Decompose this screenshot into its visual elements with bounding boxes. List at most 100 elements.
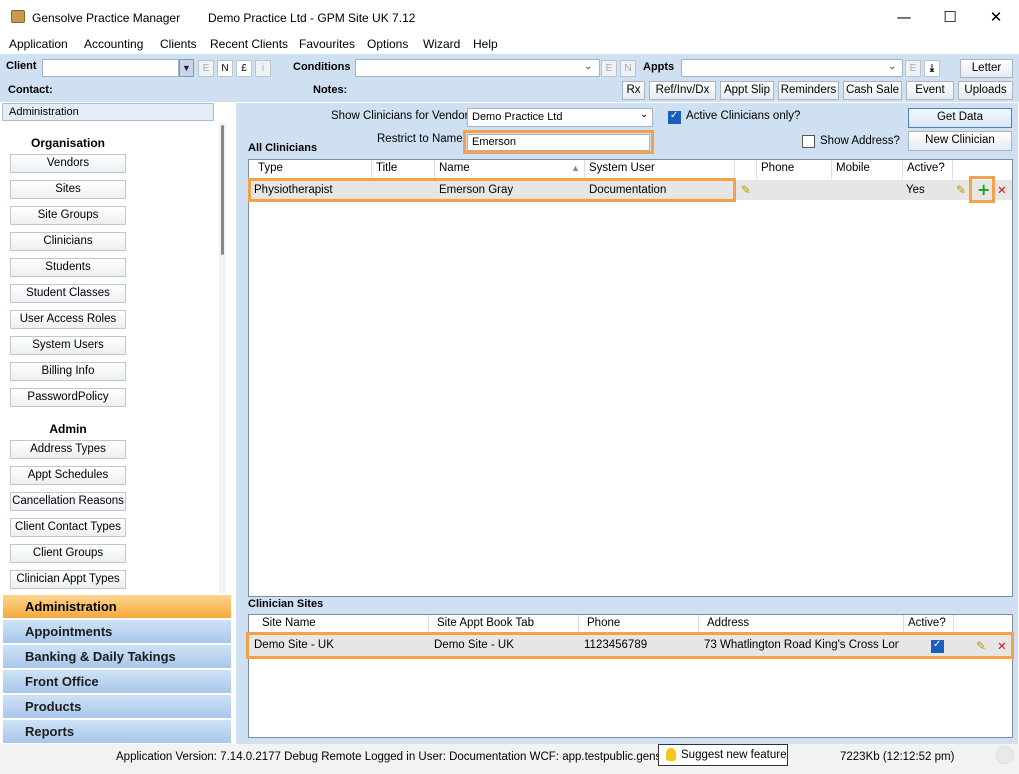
active-only-label: Active Clinicians only?: [686, 110, 801, 122]
refinvdx-button[interactable]: Ref/Inv/Dx: [649, 81, 716, 100]
sidebar-item-vendors[interactable]: Vendors: [10, 154, 126, 173]
download-icon[interactable]: ⤓: [924, 60, 940, 77]
col-type[interactable]: Type: [254, 160, 372, 179]
sidebar-item-appt-schedules[interactable]: Appt Schedules: [10, 466, 126, 485]
get-data-button[interactable]: Get Data: [908, 108, 1012, 128]
vendor-select[interactable]: Demo Practice Ltd: [467, 108, 653, 127]
sidebar-item-user-access-roles[interactable]: User Access Roles: [10, 310, 126, 329]
status-circle-icon: [996, 746, 1014, 764]
reminders-button[interactable]: Reminders: [778, 81, 839, 100]
conditions-chevron-icon[interactable]: ⌄: [584, 61, 592, 72]
lightbulb-icon: [666, 748, 676, 761]
menu-bar: Application Accounting Clients Recent Cl…: [0, 34, 1019, 54]
col-system-user[interactable]: System User: [585, 160, 735, 179]
sidebar-item-address-types[interactable]: Address Types: [10, 440, 126, 459]
appt-slip-button[interactable]: Appt Slip: [720, 81, 774, 100]
sidebar-item-site-groups[interactable]: Site Groups: [10, 206, 126, 225]
nav-front-office[interactable]: Front Office: [3, 669, 231, 693]
restrict-highlight: [463, 130, 654, 154]
uploads-button[interactable]: Uploads: [958, 81, 1013, 100]
nav-products[interactable]: Products: [3, 694, 231, 718]
sidebar-item-system-users[interactable]: System Users: [10, 336, 126, 355]
appts-e-button[interactable]: E: [905, 60, 921, 77]
sidebar-item-password-policy[interactable]: PasswordPolicy: [10, 388, 126, 407]
clinicians-grid: Type Title Name ▲ System User Phone Mobi…: [248, 159, 1013, 597]
vendor-chevron-icon[interactable]: ⌄: [640, 109, 648, 120]
row-user-edit-icon[interactable]: ✎: [741, 183, 751, 197]
status-version: Application Version: 7.14.0.2177 Debug R…: [116, 751, 661, 763]
client-info-button[interactable]: i: [255, 60, 271, 77]
sidebar-scrollbar[interactable]: [219, 123, 226, 593]
sidebar-item-students[interactable]: Students: [10, 258, 126, 277]
menu-application[interactable]: Application: [9, 37, 68, 51]
restrict-label: Restrict to Name: [377, 133, 463, 145]
nav-administration[interactable]: Administration: [3, 594, 231, 618]
row-highlight: [248, 178, 736, 202]
col-title[interactable]: Title: [372, 160, 435, 179]
letter-button[interactable]: Letter: [960, 59, 1013, 78]
show-address-label: Show Address?: [820, 135, 900, 147]
menu-options[interactable]: Options: [367, 37, 408, 51]
appts-input[interactable]: [681, 59, 903, 77]
sidebar-item-client-contact-types[interactable]: Client Contact Types: [10, 518, 126, 537]
close-button[interactable]: ✕: [973, 0, 1019, 34]
contact-label: Contact:: [8, 84, 53, 96]
client-dropdown-icon[interactable]: ▼: [179, 59, 194, 77]
nav-appointments[interactable]: Appointments: [3, 619, 231, 643]
appts-chevron-icon[interactable]: ⌄: [888, 61, 896, 72]
event-button[interactable]: Event: [906, 81, 954, 100]
delete-icon[interactable]: ✕: [997, 183, 1007, 197]
clinician-sites-heading: Clinician Sites: [248, 598, 324, 610]
sidebar-item-sites[interactable]: Sites: [10, 180, 126, 199]
row-active: Yes: [906, 184, 925, 196]
col-mobile[interactable]: Mobile: [832, 160, 903, 179]
active-only-checkbox[interactable]: [668, 110, 681, 124]
conditions-input[interactable]: [355, 59, 600, 77]
menu-favourites[interactable]: Favourites: [299, 37, 355, 51]
col-name[interactable]: Name: [435, 160, 585, 179]
menu-wizard[interactable]: Wizard: [423, 37, 460, 51]
conditions-label: Conditions: [293, 61, 351, 73]
title-bar: Gensolve Practice Manager Demo Practice …: [0, 0, 1019, 34]
maximize-button[interactable]: ☐: [927, 0, 973, 34]
client-e-button[interactable]: E: [198, 60, 214, 77]
admin-heading: Admin: [49, 422, 87, 436]
nav-reports[interactable]: Reports: [3, 719, 231, 743]
practice-title: Demo Practice Ltd - GPM Site UK 7.12: [208, 11, 416, 25]
sidebar-item-client-groups[interactable]: Client Groups: [10, 544, 126, 563]
client-pound-button[interactable]: £: [236, 60, 252, 77]
cash-sale-button[interactable]: Cash Sale: [843, 81, 902, 100]
appts-label: Appts: [643, 61, 675, 73]
nav-banking[interactable]: Banking & Daily Takings: [3, 644, 231, 668]
menu-recent-clients[interactable]: Recent Clients: [210, 37, 288, 51]
sidebar-item-clinician-appt-types[interactable]: Clinician Appt Types: [10, 570, 126, 589]
suggest-feature-button[interactable]: Suggest new feature: [658, 744, 788, 766]
sidebar-item-billing-info[interactable]: Billing Info: [10, 362, 126, 381]
sidebar-header: Administration: [2, 103, 214, 121]
sort-up-icon: ▲: [571, 163, 580, 173]
show-address-checkbox[interactable]: [802, 135, 815, 148]
col-phone[interactable]: Phone: [757, 160, 832, 179]
conditions-n-button[interactable]: N: [620, 60, 636, 77]
menu-help[interactable]: Help: [473, 37, 498, 51]
new-clinician-button[interactable]: New Clinician: [908, 131, 1012, 151]
client-input[interactable]: [42, 59, 179, 77]
toolbar: Client ▼ E N £ i Conditions ⌄ E N Appts …: [0, 54, 1019, 102]
minimize-button[interactable]: —: [881, 0, 927, 34]
menu-clients[interactable]: Clients: [160, 37, 197, 51]
add-highlight: [969, 176, 995, 203]
col-active[interactable]: Active?: [903, 160, 953, 179]
suggest-label: Suggest new feature: [681, 749, 787, 761]
sidebar-item-cancellation-reasons[interactable]: Cancellation Reasons: [10, 492, 126, 511]
conditions-e-button[interactable]: E: [601, 60, 617, 77]
vendor-label: Show Clinicians for Vendor: [331, 110, 469, 122]
status-memory: 7223Kb (12:12:52 pm): [840, 751, 955, 763]
sidebar-scrollbar-thumb[interactable]: [221, 125, 224, 255]
sidebar-item-clinicians[interactable]: Clinicians: [10, 232, 126, 251]
menu-accounting[interactable]: Accounting: [84, 37, 143, 51]
rx-button[interactable]: Rx: [622, 81, 645, 100]
client-n-button[interactable]: N: [217, 60, 233, 77]
edit-icon[interactable]: ✎: [956, 183, 966, 197]
col-edit: [735, 160, 757, 179]
sidebar-item-student-classes[interactable]: Student Classes: [10, 284, 126, 303]
